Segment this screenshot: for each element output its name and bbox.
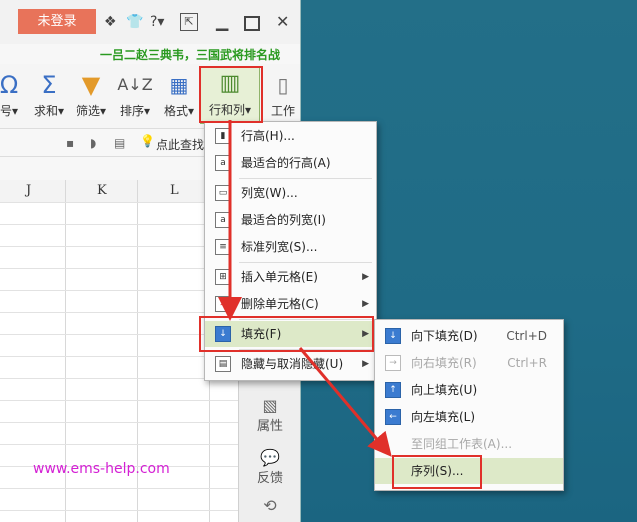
annotation-arrows xyxy=(218,120,392,457)
arrow-to-series xyxy=(298,347,392,457)
